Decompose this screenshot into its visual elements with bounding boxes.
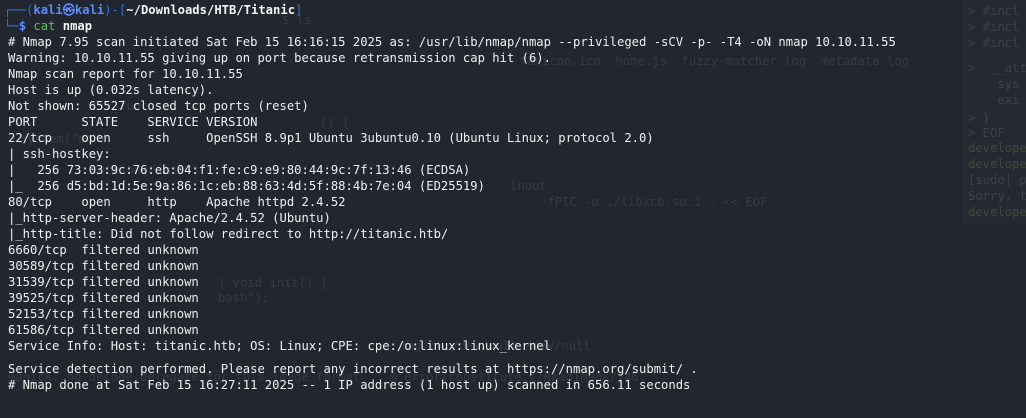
output-line: |_ 256 d5:bd:1d:5e:9a:86:1c:eb:88:63:4d:… bbox=[8, 179, 485, 193]
command-output: # Nmap 7.95 scan initiated Sat Feb 15 16… bbox=[0, 34, 1026, 354]
output-line: # Nmap done at Sat Feb 15 16:27:11 2025 … bbox=[8, 378, 691, 392]
output-line: 31539/tcp filtered unknown bbox=[8, 275, 199, 289]
output-line: PORT STATE SERVICE VERSION bbox=[8, 115, 258, 129]
output-line: 80/tcp open http Apache httpd 2.4.52 bbox=[8, 195, 346, 209]
terminal-window[interactable]: ┌──(kali㉿kali)-[~/Downloads/HTB/Titanic]… bbox=[0, 2, 1026, 393]
output-line: 30589/tcp filtered unknown bbox=[8, 259, 199, 273]
output-line: 22/tcp open ssh OpenSSH 8.9p1 Ubuntu 3ub… bbox=[8, 131, 654, 145]
output-line: # Nmap 7.95 scan initiated Sat Feb 15 16… bbox=[8, 35, 896, 49]
prompt-header: ┌──(kali㉿kali)-[~/Downloads/HTB/Titanic] bbox=[4, 3, 303, 17]
command-argument: nmap bbox=[62, 19, 93, 33]
output-line: | ssh-hostkey: bbox=[8, 147, 111, 161]
output-line: 61586/tcp filtered unknown bbox=[8, 323, 199, 337]
output-line: Warning: 10.10.11.55 giving up on port b… bbox=[8, 51, 551, 65]
output-line: Not shown: 65527 closed tcp ports (reset… bbox=[8, 99, 309, 113]
output-line: Service detection performed. Please repo… bbox=[8, 362, 698, 376]
prompt-user-host: kali㉿kali bbox=[33, 3, 105, 17]
output-line: Host is up (0.032s latency). bbox=[8, 83, 214, 97]
output-line: |_http-title: Did not follow redirect to… bbox=[8, 227, 449, 241]
output-line: 52153/tcp filtered unknown bbox=[8, 307, 199, 321]
output-line: 39525/tcp filtered unknown bbox=[8, 291, 199, 305]
prompt-cwd: ~/Downloads/HTB/Titanic bbox=[126, 3, 296, 17]
output-spacer bbox=[0, 354, 1026, 361]
output-line: | 256 73:03:9c:76:eb:04:f1:fe:c9:e9:80:4… bbox=[8, 163, 471, 177]
output-line: |_http-server-header: Apache/2.4.52 (Ubu… bbox=[8, 211, 331, 225]
command-name: cat bbox=[33, 19, 56, 33]
command-output-footer: Service detection performed. Please repo… bbox=[0, 361, 1026, 393]
output-line: Service Info: Host: titanic.htb; OS: Lin… bbox=[8, 339, 551, 353]
prompt-command-line: └─$ cat nmap bbox=[4, 19, 93, 33]
output-line: Nmap scan report for 10.10.11.55 bbox=[8, 67, 243, 81]
prompt-dollar-sign: $ bbox=[18, 19, 27, 33]
output-line: 6660/tcp filtered unknown bbox=[8, 243, 199, 257]
